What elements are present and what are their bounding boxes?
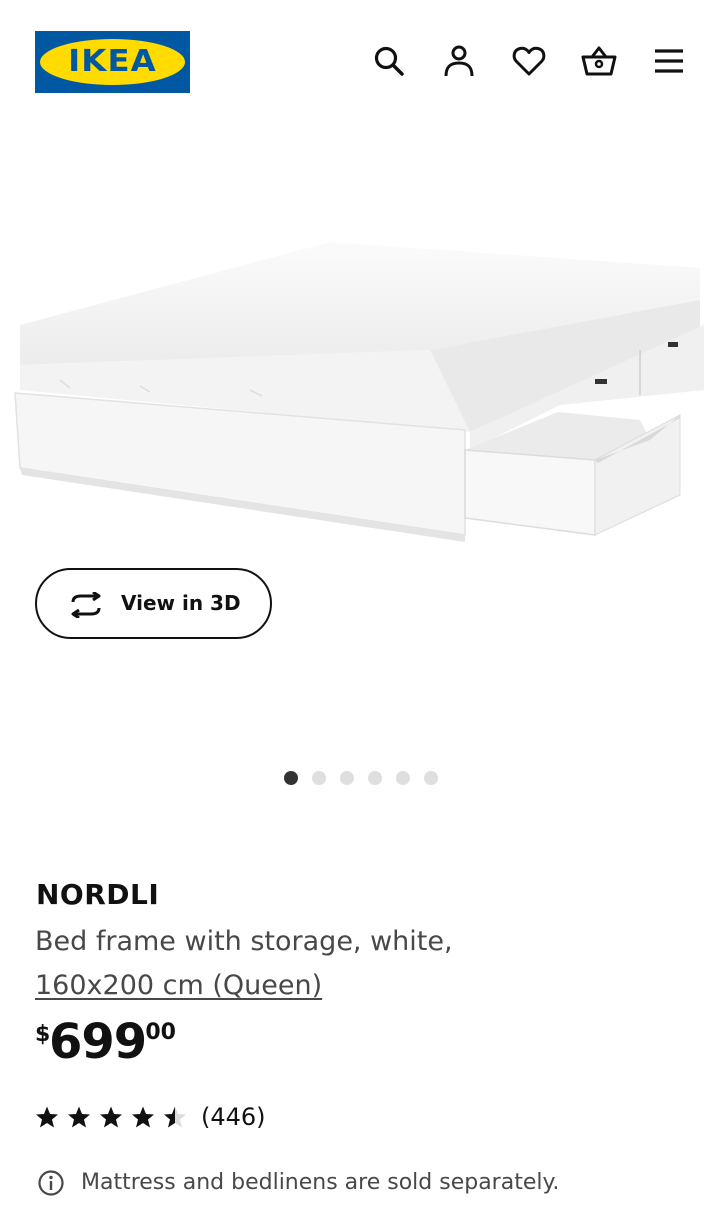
carousel-dot-6[interactable] — [424, 771, 438, 785]
star-full-icon — [132, 1106, 154, 1128]
review-count[interactable]: (446) — [201, 1102, 266, 1132]
logo-text: IKEA — [68, 44, 157, 79]
product-size-link[interactable]: 160x200 cm (Queen) — [35, 964, 322, 1008]
account-icon[interactable] — [441, 43, 477, 79]
info-icon — [38, 1170, 64, 1196]
header: IKEA ® — [0, 0, 720, 124]
view-in-3d-button[interactable]: View in 3D — [35, 568, 272, 639]
search-icon[interactable] — [371, 43, 407, 79]
star-full-icon — [36, 1106, 58, 1128]
carousel-dot-4[interactable] — [368, 771, 382, 785]
star-full-icon — [68, 1106, 90, 1128]
star-half-icon — [164, 1106, 186, 1128]
rotate-3d-icon — [71, 592, 101, 618]
logo-registered-mark: ® — [176, 45, 182, 52]
carousel-dot-1[interactable] — [284, 771, 298, 785]
product-name: NORDLI — [36, 878, 160, 911]
product-description: Bed frame with storage, white, 160x200 c… — [35, 920, 453, 1008]
product-description-text: Bed frame with storage, white, — [35, 926, 453, 957]
price-integer: 699 — [49, 1014, 147, 1070]
product-note-text: Mattress and bedlinens are sold separate… — [81, 1170, 560, 1195]
basket-icon[interactable] — [581, 43, 617, 79]
menu-icon[interactable] — [651, 43, 687, 79]
view-in-3d-label: View in 3D — [121, 591, 241, 615]
star-full-icon — [100, 1106, 122, 1128]
product-image-bed[interactable] — [0, 150, 720, 570]
carousel-dot-2[interactable] — [312, 771, 326, 785]
price-decimal: .00 — [137, 1020, 176, 1045]
carousel-dot-3[interactable] — [340, 771, 354, 785]
heart-icon[interactable] — [511, 43, 547, 79]
carousel-dot-5[interactable] — [396, 771, 410, 785]
ikea-logo[interactable]: IKEA ® — [35, 31, 190, 93]
